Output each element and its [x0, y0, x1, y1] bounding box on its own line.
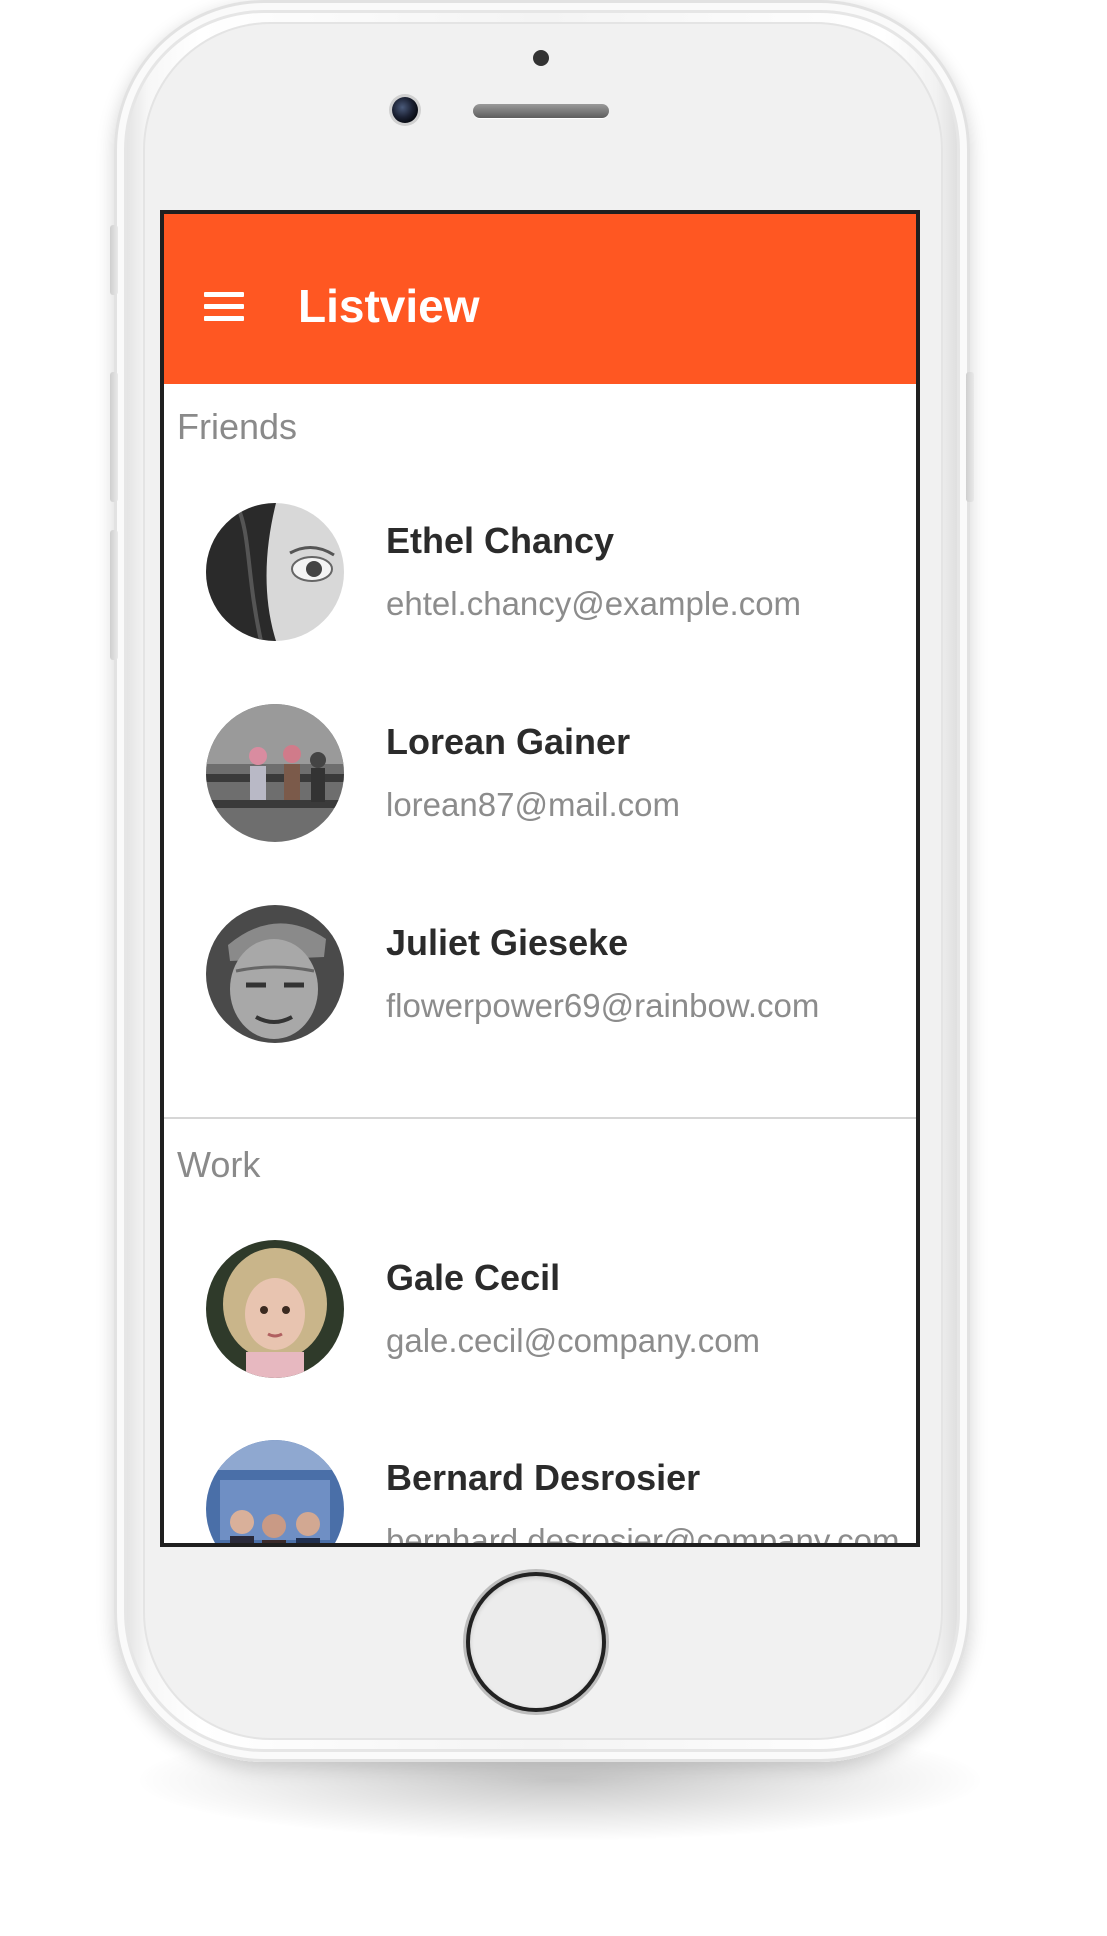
item-name: Ethel Chancy [386, 520, 615, 561]
front-camera [392, 97, 418, 123]
list-item[interactable]: Ethel Chancy ehtel.chancy@example.com [164, 503, 916, 673]
list-item[interactable]: Gale Cecil gale.cecil@company.com [164, 1240, 916, 1410]
item-email: flowerpower69@rainbow.com [386, 987, 820, 1024]
app-bar: Listview [164, 214, 916, 384]
side-button [110, 530, 118, 660]
section-header-friends: Friends [177, 406, 298, 447]
earpiece-speaker [473, 104, 609, 118]
item-email: bernhard.desrosier@company.com [386, 1522, 900, 1547]
device-mockup: Listview Friends Ethel Chancy ehtel.chan… [0, 0, 1107, 1936]
hamburger-menu-icon[interactable] [204, 292, 244, 322]
section-divider [164, 1117, 916, 1119]
home-button[interactable] [470, 1576, 602, 1708]
list-item[interactable]: Juliet Gieseke flowerpower69@rainbow.com [164, 905, 916, 1075]
side-button [110, 225, 118, 295]
item-name: Juliet Gieseke [386, 922, 629, 963]
item-email: lorean87@mail.com [386, 786, 680, 823]
side-button [966, 372, 974, 502]
list-item[interactable]: Bernard Desrosier bernhard.desrosier@com… [164, 1440, 916, 1547]
item-name: Gale Cecil [386, 1257, 561, 1298]
item-email: ehtel.chancy@example.com [386, 585, 802, 622]
item-name: Bernard Desrosier [386, 1457, 701, 1498]
list-item[interactable]: Lorean Gainer lorean87@mail.com [164, 704, 916, 874]
avatar [206, 905, 344, 1043]
section-header-work: Work [177, 1144, 261, 1185]
item-email: gale.cecil@company.com [386, 1322, 761, 1359]
side-button [110, 372, 118, 502]
avatar [206, 704, 344, 842]
item-name: Lorean Gainer [386, 721, 631, 762]
avatar [206, 1240, 344, 1378]
app-title: Listview [298, 280, 480, 332]
proximity-sensor [533, 50, 549, 66]
avatar [206, 1440, 344, 1543]
phone-screen: Listview Friends Ethel Chancy ehtel.chan… [160, 210, 920, 1547]
avatar [206, 503, 344, 641]
